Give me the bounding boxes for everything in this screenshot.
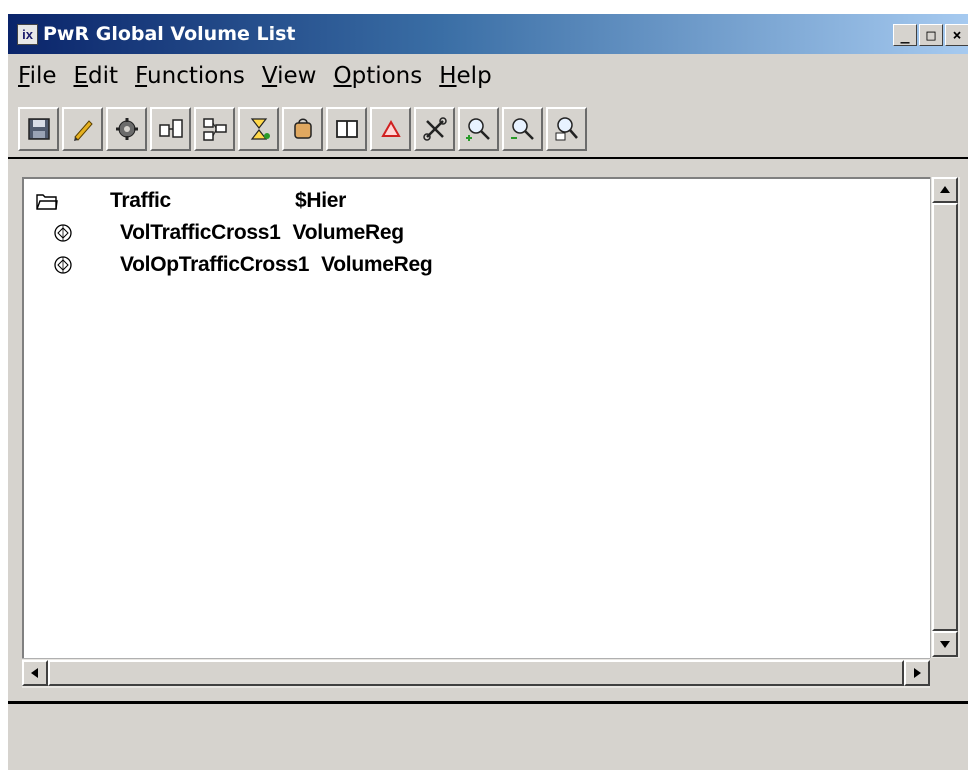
arrow-up-icon [940, 186, 950, 193]
scroll-left-button[interactable] [22, 660, 48, 686]
volume-icon [54, 224, 72, 242]
menu-file-label: ile [29, 63, 57, 89]
hierarchy-button[interactable] [238, 107, 279, 151]
tools-icon [422, 117, 447, 141]
arrow-left-icon [31, 668, 38, 678]
triangle-button[interactable] [370, 107, 411, 151]
minimize-button[interactable]: _ [893, 24, 917, 46]
app-icon: ix [17, 23, 38, 45]
menu-edit[interactable]: Edit [74, 63, 119, 89]
hscroll-thumb[interactable] [48, 660, 904, 686]
structure-button[interactable] [194, 107, 235, 151]
scroll-down-button[interactable] [932, 631, 958, 657]
structure-icon [202, 118, 227, 141]
scroll-right-button[interactable] [904, 660, 930, 686]
scroll-up-button[interactable] [932, 177, 958, 203]
toolbar [18, 104, 587, 154]
volume-list-panel: Traffic $Hier VolTrafficCross1 VolumeReg [8, 159, 968, 704]
tree-row-name: VolOpTrafficCross1 [120, 253, 310, 276]
menu-file[interactable]: File [18, 63, 57, 89]
pencil-icon [73, 120, 93, 141]
zoom-out-button[interactable] [502, 107, 543, 151]
menu-edit-mnemonic: E [73, 63, 89, 89]
menu-bar: File Edit Functions View Options Help [8, 54, 968, 98]
menu-help[interactable]: Help [439, 63, 491, 89]
zoom-in-button[interactable] [458, 107, 499, 151]
menu-functions[interactable]: Functions [135, 63, 245, 89]
tree-row-name: Traffic [110, 189, 171, 212]
close-button[interactable]: × [945, 24, 968, 46]
zoom-reset-button[interactable] [546, 107, 587, 151]
bucket-button[interactable] [282, 107, 323, 151]
settings-button[interactable] [106, 107, 147, 151]
scroll-thumb[interactable] [932, 203, 958, 631]
book-button[interactable] [326, 107, 367, 151]
menu-options-mnemonic: O [333, 63, 352, 89]
menu-functions-label: unctions [147, 63, 245, 89]
save-icon [27, 118, 50, 140]
hierarchy-icon [250, 118, 270, 140]
arrow-down-icon [940, 641, 950, 648]
arrow-right-icon [914, 668, 921, 678]
menu-file-mnemonic: F [18, 63, 30, 89]
status-bar [8, 704, 968, 770]
tools-button[interactable] [414, 107, 455, 151]
triangle-icon [380, 119, 401, 137]
zoom-in-icon [465, 118, 490, 141]
zoom-out-icon [510, 118, 534, 140]
tree-row-traffic[interactable]: Traffic $Hier [36, 185, 346, 217]
tree-row-class: $Hier [295, 189, 347, 212]
app-window: ix PwR Global Volume List _ □ × File Edi… [7, 13, 968, 770]
tree-row-voltrafficcross1[interactable]: VolTrafficCross1 VolumeReg [52, 217, 404, 249]
menu-view-label: iew [277, 63, 317, 89]
menu-options-label: ptions [351, 63, 423, 89]
vertical-scrollbar[interactable] [930, 177, 960, 658]
menu-options[interactable]: Options [333, 63, 422, 89]
window-title: PwR Global Volume List [43, 23, 296, 45]
maximize-button[interactable]: □ [919, 24, 943, 46]
bucket-icon [293, 118, 312, 139]
tree-row-name: VolTrafficCross1 [120, 221, 281, 244]
tree-row-class: VolumeReg [292, 221, 405, 244]
menu-edit-label: dit [88, 63, 119, 89]
menu-functions-mnemonic: F [135, 63, 148, 89]
horizontal-scrollbar[interactable] [22, 658, 930, 688]
edit-button[interactable] [62, 107, 103, 151]
zoom-reset-icon [555, 117, 578, 141]
gear-icon [115, 118, 138, 140]
menu-help-label: elp [456, 63, 492, 89]
menu-help-mnemonic: H [439, 63, 457, 89]
folder-icon [36, 194, 58, 210]
connect-icon [158, 119, 183, 138]
save-button[interactable] [18, 107, 59, 151]
menu-view-mnemonic: V [261, 63, 278, 89]
connect-button[interactable] [150, 107, 191, 151]
menu-view[interactable]: View [262, 63, 317, 89]
title-bar[interactable]: ix PwR Global Volume List _ □ × [8, 14, 968, 54]
tree-row-class: VolumeReg [321, 253, 433, 276]
volume-icon [54, 256, 72, 274]
book-icon [335, 120, 358, 138]
volume-tree[interactable]: Traffic $Hier VolTrafficCross1 VolumeReg [22, 177, 930, 658]
tree-row-volop-trafficcross1[interactable]: VolOpTrafficCross1 VolumeReg [52, 249, 433, 281]
